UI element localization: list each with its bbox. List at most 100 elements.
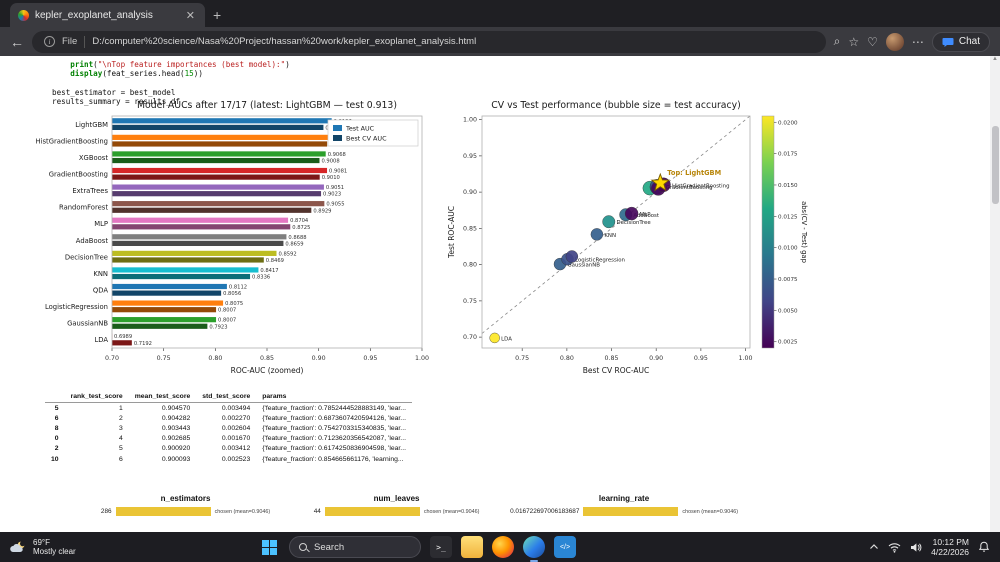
svg-text:0.8056: 0.8056	[223, 291, 241, 297]
svg-text:0.70: 0.70	[105, 355, 119, 362]
taskbar-app-explorer-icon[interactable]	[461, 536, 483, 558]
profile-avatar[interactable]	[886, 33, 904, 51]
chat-button-label: Chat	[959, 36, 980, 47]
param-value: 44	[314, 508, 321, 515]
svg-text:ExtraTrees: ExtraTrees	[72, 187, 108, 195]
svg-text:0.0200: 0.0200	[778, 120, 798, 126]
param-note: chosen (mean=0.9046)	[215, 509, 271, 515]
svg-text:0.8688: 0.8688	[288, 235, 306, 241]
address-bar[interactable]: i File D:/computer%20science/Nasa%20Proj…	[32, 31, 826, 53]
svg-text:QDA: QDA	[93, 287, 108, 295]
scrollbar-thumb[interactable]	[992, 126, 999, 204]
taskbar-app-edge-icon[interactable]	[523, 536, 545, 558]
svg-text:0.95: 0.95	[463, 153, 477, 160]
clock-time: 10:12 PM	[933, 537, 969, 547]
svg-text:0.95: 0.95	[694, 355, 708, 362]
tab-close-icon[interactable]: ✕	[184, 9, 197, 22]
favorites-star-icon[interactable]: ☆	[848, 35, 859, 49]
svg-text:0.80: 0.80	[208, 355, 222, 362]
svg-text:AdaBoost: AdaBoost	[76, 237, 109, 245]
table-row: 830.9034430.002604{'feature_fraction': 0…	[45, 423, 412, 433]
results-table: rank_test_scoremean_test_scorestd_test_s…	[45, 391, 412, 464]
tray-chevron-icon[interactable]	[869, 543, 879, 551]
svg-text:LDA: LDA	[94, 336, 108, 344]
taskbar-search[interactable]: Search	[289, 536, 421, 558]
svg-text:LightGBM: LightGBM	[75, 121, 108, 129]
svg-text:HistGradientBoosting: HistGradientBoosting	[672, 183, 730, 189]
svg-text:RandomForest: RandomForest	[59, 204, 108, 212]
model-auc-bar-chart: Model AUCs after 17/17 (latest: LightGBM…	[32, 98, 432, 390]
svg-text:0.75: 0.75	[515, 355, 529, 362]
table-row: 1060.9000930.002523{'feature_fraction': …	[45, 454, 412, 464]
svg-text:0.0100: 0.0100	[778, 246, 798, 252]
weather-moon-cloud-icon	[10, 540, 27, 555]
param-n-estimators: n_estimators 286 chosen (mean=0.9046)	[88, 494, 283, 516]
settings-menu-icon[interactable]: ⋯	[912, 35, 924, 49]
weather-widget[interactable]: 69°F Mostly clear	[0, 538, 86, 557]
svg-text:0.8659: 0.8659	[285, 241, 303, 247]
start-button[interactable]	[258, 536, 280, 558]
svg-text:0.9068: 0.9068	[328, 152, 346, 158]
svg-text:XGBoost: XGBoost	[79, 154, 108, 162]
svg-text:0.9008: 0.9008	[321, 159, 339, 165]
table-row: 040.9026850.001670{'feature_fraction': 0…	[45, 434, 412, 444]
svg-text:Model AUCs after 17/17 (latest: Model AUCs after 17/17 (latest: LightGBM…	[137, 100, 397, 111]
svg-text:1.00: 1.00	[739, 355, 753, 362]
zoom-icon[interactable]: ⌕	[834, 34, 841, 49]
back-button[interactable]: ←	[10, 35, 24, 49]
taskbar: 69°F Mostly clear Search >_ </>	[0, 532, 1000, 562]
svg-text:0.0025: 0.0025	[778, 340, 798, 346]
taskbar-clock[interactable]: 10:12 PM 4/22/2026	[931, 537, 969, 557]
svg-text:0.8725: 0.8725	[292, 225, 310, 231]
svg-text:CV vs Test performance (bubble: CV vs Test performance (bubble size = te…	[491, 100, 740, 111]
new-tab-button[interactable]: +	[213, 7, 221, 23]
svg-text:0.9023: 0.9023	[323, 192, 341, 198]
page-favicon-icon	[18, 10, 29, 21]
svg-text:0.70: 0.70	[463, 334, 477, 341]
svg-text:DecisionTree: DecisionTree	[65, 253, 108, 261]
svg-text:0.0050: 0.0050	[778, 308, 798, 314]
volume-icon[interactable]	[910, 542, 922, 553]
browser-essentials-icon[interactable]: ♡	[867, 35, 878, 49]
taskbar-app-vscode-icon[interactable]: </>	[554, 536, 576, 558]
svg-text:GaussianNB: GaussianNB	[67, 320, 108, 328]
address-divider	[84, 36, 85, 48]
tab-kepler-exoplanet-analysis[interactable]: kepler_exoplanet_analysis ✕	[10, 3, 205, 27]
param-bar	[583, 507, 678, 516]
svg-text:0.7192: 0.7192	[134, 341, 152, 347]
browser-toolbar: ← i File D:/computer%20science/Nasa%20Pr…	[0, 27, 1000, 56]
param-widgets: n_estimators 286 chosen (mean=0.9046) nu…	[88, 494, 738, 516]
url-text: D:/computer%20science/Nasa%20Project/has…	[92, 36, 476, 47]
svg-text:Test ROC-AUC: Test ROC-AUC	[447, 206, 456, 259]
taskbar-app-firefox-icon[interactable]	[492, 536, 514, 558]
page-scrollbar[interactable]: ▲	[990, 56, 1000, 532]
cv-vs-test-scatter-chart: CV vs Test performance (bubble size = te…	[444, 98, 808, 390]
page-info-icon[interactable]: i	[44, 36, 55, 47]
tab-bar: kepler_exoplanet_analysis ✕ +	[0, 0, 1000, 27]
notification-bell-icon[interactable]	[978, 541, 990, 553]
svg-text:0.8007: 0.8007	[218, 318, 236, 324]
taskbar-app-terminal-icon[interactable]: >_	[430, 536, 452, 558]
protocol-label: File	[62, 36, 77, 47]
svg-text:0.95: 0.95	[363, 355, 377, 362]
chat-button[interactable]: Chat	[932, 32, 990, 52]
svg-text:0.8112: 0.8112	[229, 285, 247, 291]
table-row: 510.9045700.003494{'feature_fraction': 0…	[45, 403, 412, 414]
param-num-leaves: num_leaves 44 chosen (mean=0.9046)	[299, 494, 494, 516]
chat-bubble-icon	[942, 36, 954, 48]
svg-text:Best CV AUC: Best CV AUC	[346, 135, 387, 143]
svg-text:MLP: MLP	[94, 220, 108, 228]
param-value: 286	[101, 508, 112, 515]
svg-text:0.9081: 0.9081	[329, 169, 347, 175]
svg-text:0.80: 0.80	[463, 262, 477, 269]
svg-text:0.90: 0.90	[649, 355, 663, 362]
svg-text:0.80: 0.80	[560, 355, 574, 362]
param-note: chosen (mean=0.9046)	[682, 509, 738, 515]
svg-text:0.9051: 0.9051	[326, 185, 344, 191]
svg-text:0.8704: 0.8704	[290, 218, 309, 224]
search-label: Search	[314, 542, 344, 553]
wifi-icon[interactable]	[888, 542, 901, 553]
param-learning-rate: learning_rate 0.016722697006183687 chose…	[510, 494, 738, 516]
svg-text:0.0075: 0.0075	[778, 277, 798, 283]
param-title: n_estimators	[88, 494, 283, 503]
